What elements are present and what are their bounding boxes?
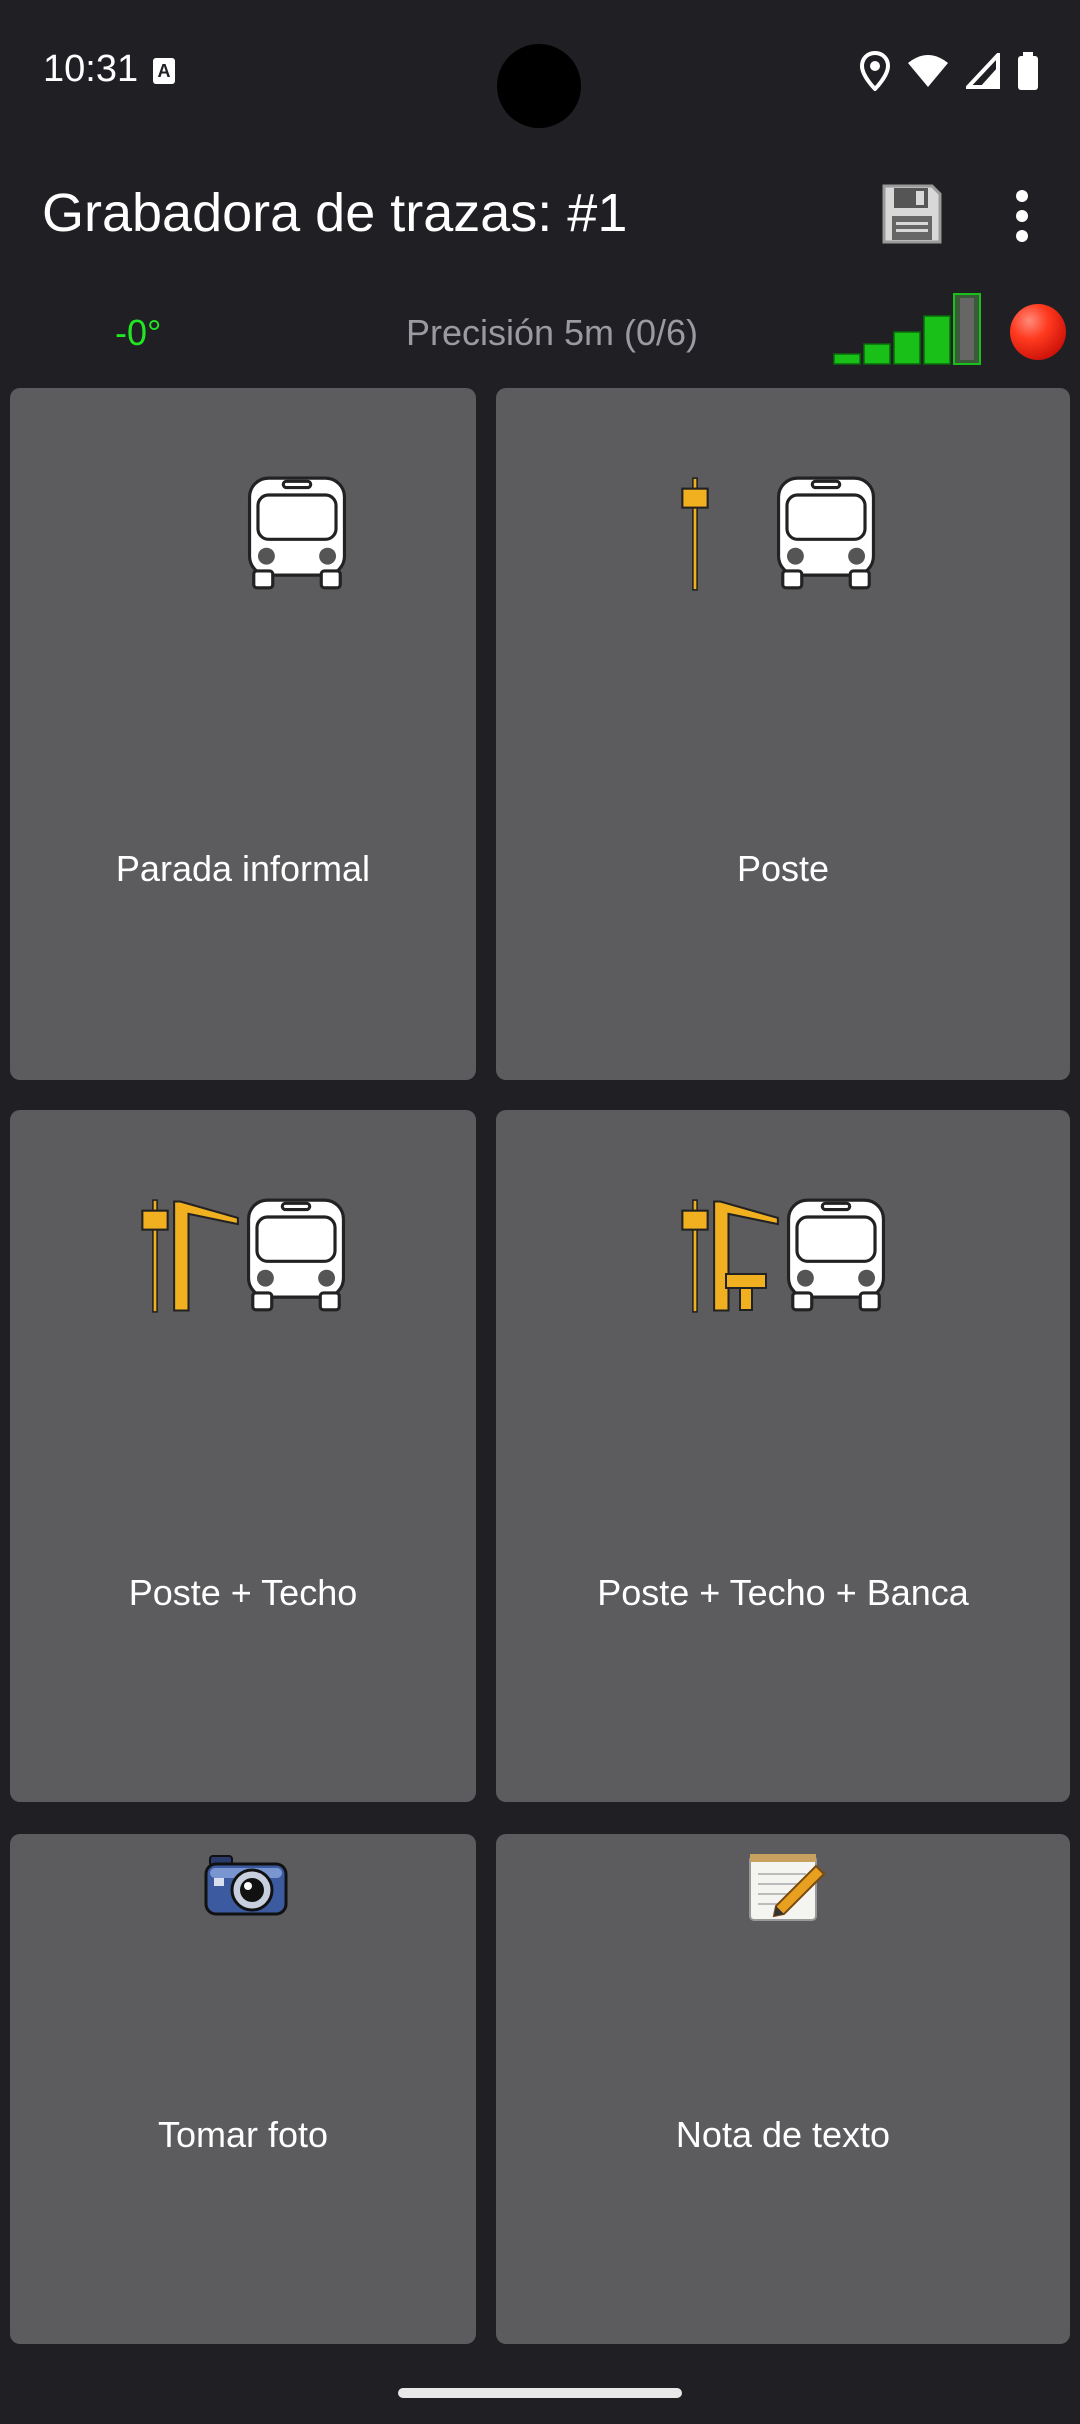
satellite-signal-icon — [833, 293, 981, 365]
location-icon — [860, 51, 890, 91]
gps-info-bar: -0° Precisión 5m (0/6) — [0, 290, 1080, 378]
tile-label: Parada informal — [115, 848, 371, 889]
recording-indicator[interactable] — [1010, 304, 1066, 360]
app-bar: Grabadora de trazas: #1 — [0, 140, 1080, 290]
tile-label: Poste — [736, 848, 830, 889]
bus-icon — [247, 476, 347, 592]
tile-label: Nota de texto — [675, 2114, 891, 2155]
tile-label: Poste + Techo + Banca — [597, 1572, 969, 1613]
wifi-icon — [908, 55, 948, 87]
tile-parada-informal[interactable]: Parada informal — [10, 388, 476, 1080]
text-a-icon: A — [153, 58, 175, 84]
app-title: Grabadora de trazas: #1 — [42, 183, 628, 243]
camera-icon — [204, 1855, 288, 1916]
tile-tomar-foto[interactable]: Tomar foto — [10, 1834, 476, 2344]
tile-poste[interactable]: Poste — [496, 388, 1070, 1080]
home-indicator[interactable] — [398, 2388, 682, 2398]
tile-poste-techo-banca[interactable]: Poste + Techo + Banca — [496, 1110, 1070, 1802]
tile-poste-techo[interactable]: Poste + Techo — [10, 1110, 476, 1802]
overflow-menu-icon[interactable] — [1002, 186, 1042, 251]
camera-cutout — [497, 44, 581, 128]
save-icon[interactable] — [880, 182, 944, 253]
battery-icon — [1018, 52, 1038, 90]
notepad-icon — [749, 1854, 826, 1921]
status-icons — [860, 50, 1040, 92]
tile-label: Poste + Techo — [128, 1572, 358, 1613]
status-bar: 10:31 A — [0, 0, 1080, 140]
status-time: 10:31 — [43, 48, 139, 90]
tile-nota-de-texto[interactable]: Nota de texto — [496, 1834, 1070, 2344]
tile-label: Tomar foto — [157, 2114, 329, 2155]
cell-signal-icon — [966, 53, 1000, 89]
